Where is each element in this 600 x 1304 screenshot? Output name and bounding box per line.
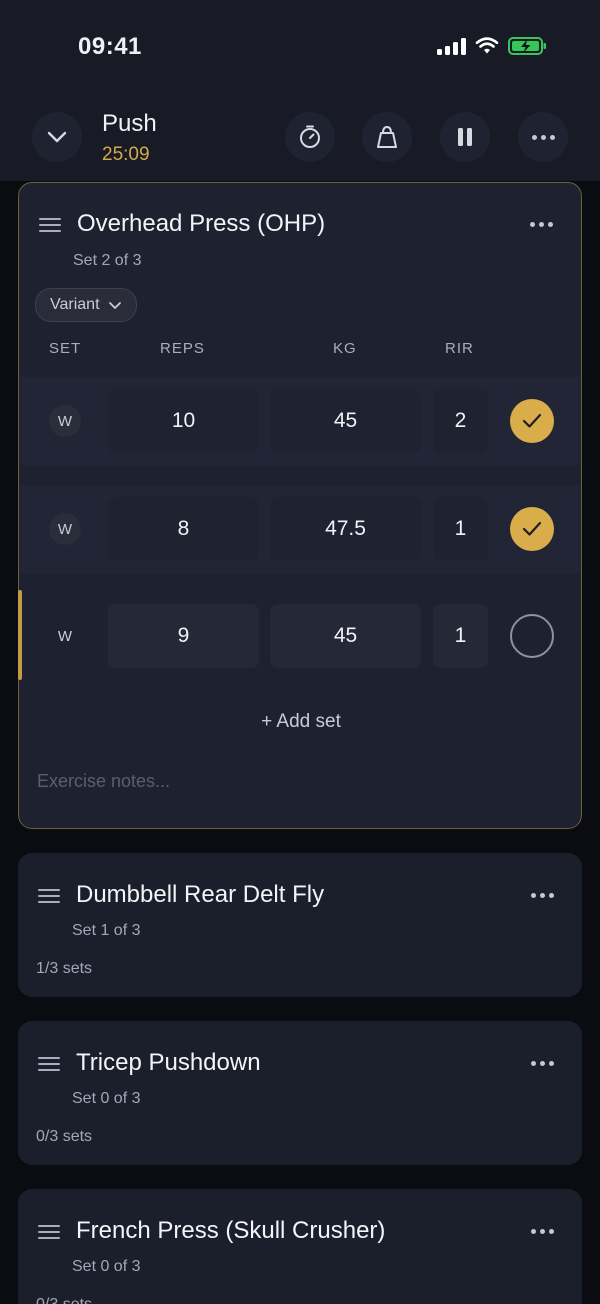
- weight-input[interactable]: 47.5: [270, 497, 421, 561]
- more-icon: [531, 134, 555, 140]
- status-icons: [437, 36, 548, 56]
- rir-input[interactable]: 1: [433, 604, 488, 668]
- workout-timer: 25:09: [102, 144, 150, 165]
- reps-input[interactable]: 9: [108, 604, 259, 668]
- reps-input[interactable]: 10: [108, 389, 259, 453]
- exercise-progress: 0/3 sets: [36, 1296, 92, 1304]
- exercise-title: Dumbbell Rear Delt Fly: [76, 881, 325, 908]
- checkmark-icon: [522, 521, 542, 536]
- active-set-indicator: [18, 590, 22, 680]
- exercise-card[interactable]: French Press (Skull Crusher) Set 0 of 3 …: [18, 1189, 582, 1304]
- exercise-title: French Press (Skull Crusher): [76, 1217, 386, 1244]
- exercise-set-status: Set 0 of 3: [72, 1090, 141, 1107]
- column-header-reps: REPS: [160, 340, 205, 357]
- exercise-card[interactable]: Dumbbell Rear Delt Fly Set 1 of 3 1/3 se…: [18, 853, 582, 997]
- drag-handle-icon[interactable]: [38, 1225, 60, 1239]
- exercise-more-button[interactable]: [531, 1229, 554, 1234]
- header-area: 09:41 Push 25:09: [0, 0, 600, 181]
- exercise-notes-field[interactable]: Exercise notes...: [37, 771, 170, 792]
- signal-icon: [437, 37, 466, 55]
- chevron-down-icon: [47, 131, 67, 143]
- workout-screen: 09:41 Push 25:09 Overhead Press (OHP) Se…: [0, 0, 600, 1304]
- rir-input[interactable]: 2: [433, 389, 488, 453]
- pause-workout-button[interactable]: [440, 112, 490, 162]
- exercise-more-button[interactable]: [531, 893, 554, 898]
- set-type-badge[interactable]: W: [49, 513, 81, 545]
- battery-charging-icon: [508, 37, 546, 55]
- set-type-badge[interactable]: W: [49, 405, 81, 437]
- exercise-title: Overhead Press (OHP): [77, 210, 326, 237]
- weight-input[interactable]: 45: [270, 389, 421, 453]
- exercise-title: Tricep Pushdown: [76, 1049, 261, 1076]
- add-set-button[interactable]: + Add set: [19, 711, 581, 733]
- variant-label: Variant: [50, 296, 100, 313]
- status-time: 09:41: [78, 33, 142, 60]
- set-row: W 10 45 2: [19, 377, 581, 465]
- exercise-more-button[interactable]: [530, 222, 553, 227]
- set-complete-toggle[interactable]: [510, 399, 554, 443]
- workout-more-button[interactable]: [518, 112, 568, 162]
- exercise-card-active: Overhead Press (OHP) Set 2 of 3 Variant …: [18, 182, 582, 829]
- column-header-set: SET: [49, 340, 82, 357]
- workout-title: Push: [102, 110, 157, 137]
- chevron-down-icon: [108, 301, 121, 309]
- timer-icon: [300, 125, 320, 148]
- wifi-icon: [475, 37, 499, 54]
- set-type-badge[interactable]: W: [49, 620, 81, 652]
- rest-timer-button[interactable]: [285, 112, 335, 162]
- set-complete-toggle[interactable]: [510, 507, 554, 551]
- kettlebell-icon: [377, 125, 397, 148]
- exercise-progress: 1/3 sets: [36, 960, 93, 977]
- collapse-button[interactable]: [32, 112, 82, 162]
- exercise-more-button[interactable]: [531, 1061, 554, 1066]
- set-row: W 9 45 1: [19, 592, 581, 680]
- rir-input[interactable]: 1: [433, 497, 488, 561]
- reps-input[interactable]: 8: [108, 497, 259, 561]
- set-row: W 8 47.5 1: [19, 485, 581, 573]
- checkmark-icon: [522, 413, 542, 428]
- drag-handle-icon[interactable]: [38, 889, 60, 903]
- drag-handle-icon[interactable]: [38, 1057, 60, 1071]
- exercise-set-status: Set 0 of 3: [72, 1258, 141, 1275]
- exercise-set-status: Set 2 of 3: [73, 252, 142, 269]
- drag-handle-icon[interactable]: [39, 218, 61, 232]
- column-header-rir: RIR: [445, 340, 474, 357]
- set-complete-toggle[interactable]: [510, 614, 554, 658]
- exercise-card[interactable]: Tricep Pushdown Set 0 of 3 0/3 sets: [18, 1021, 582, 1165]
- plate-calculator-button[interactable]: [362, 112, 412, 162]
- weight-input[interactable]: 45: [270, 604, 421, 668]
- pause-icon: [458, 128, 472, 146]
- column-header-kg: KG: [333, 340, 357, 357]
- exercise-progress: 0/3 sets: [36, 1128, 93, 1145]
- variant-dropdown[interactable]: Variant: [35, 288, 137, 322]
- exercise-set-status: Set 1 of 3: [72, 922, 141, 939]
